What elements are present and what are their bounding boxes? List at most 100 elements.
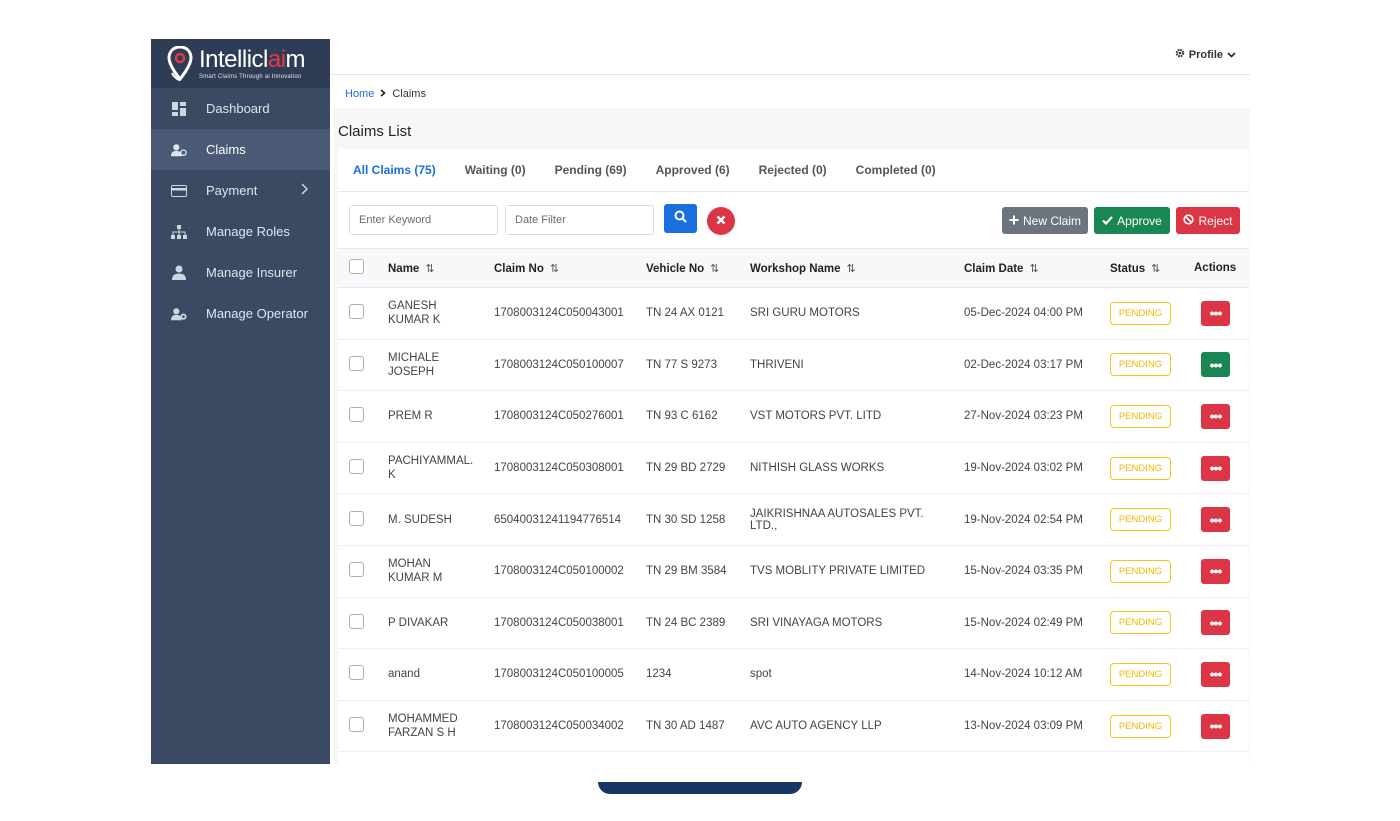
column-header-status[interactable]: Status ⇅ [1099,248,1176,288]
table-row[interactable]: PACHIYAMMAL. K 1708003124C050308001 TN 29 B… [338,442,1249,495]
tab-rejected[interactable]: Rejected (0) [759,163,827,177]
profile-label: Profile [1188,48,1223,61]
table-row[interactable]: anand 1708003124C050100005 1234 spot 14-Nov-… [338,648,1249,701]
claimant-name: MICHALE JOSEPH [377,339,483,392]
claimant-name-line: MICHALE [388,351,440,364]
claimant-name-line: GANESH [388,300,437,313]
profile-menu[interactable]: Profile [1175,48,1236,61]
claimant-name: PREM R [377,390,483,443]
sort-icon: ⇅ [1029,262,1039,275]
claim-number: 65040031241194776514 [483,493,635,546]
row-checkbox[interactable] [349,407,364,423]
row-actions-button[interactable]: ••• [1201,352,1230,378]
row-checkbox[interactable] [349,459,364,475]
workshop-name: TVS MOBLITY PRIVATE LIMITED [739,545,953,598]
tab-waiting[interactable]: Waiting (0) [465,163,526,177]
claim-number: 1708003124C050308001 [483,442,635,495]
sidebar-item-manage-insurer[interactable]: Manage Insurer [151,252,330,293]
claim-number: 1708003124C050043001 [483,287,635,340]
row-actions-button[interactable]: ••• [1201,661,1230,687]
tab-all-claims[interactable]: All Claims (75) [353,163,436,177]
select-all-checkbox[interactable] [349,259,364,274]
sitemap-icon [171,224,187,240]
column-header-name[interactable]: Name ⇅ [377,248,483,288]
vehicle-number: TN 29 BM 3584 [635,545,739,598]
breadcrumb-home-link[interactable]: Home [345,88,374,100]
row-actions-button[interactable]: ••• [1201,403,1230,429]
card-icon [171,183,187,199]
row-actions-button[interactable]: ••• [1201,300,1230,326]
row-checkbox[interactable] [349,717,364,733]
more-dots-icon: ••• [1209,408,1223,425]
row-checkbox[interactable] [349,562,364,578]
approve-button[interactable]: Approve [1094,207,1170,234]
sidebar-item-label: Manage Operator [206,306,308,321]
new-claim-label: New Claim [1022,213,1081,228]
row-actions-button[interactable]: ••• [1201,610,1230,636]
row-checkbox[interactable] [349,355,364,371]
column-header-claim-date[interactable]: Claim Date ⇅ [953,248,1099,288]
topbar: Profile [330,39,1250,75]
brand-logo[interactable]: Intelliclaim Smart Claims Through ai Inn… [151,39,330,88]
search-button[interactable] [664,204,697,233]
column-header-actions: Actions [1176,248,1249,288]
sidebar-item-label: Dashboard [206,101,270,116]
row-actions-button[interactable]: ••• [1201,507,1230,533]
more-dots-icon: ••• [1209,511,1223,528]
status-badge: PENDING [1110,559,1171,583]
row-actions-button[interactable]: ••• [1201,713,1230,739]
row-checkbox[interactable] [349,613,364,629]
table-row[interactable]: MICHALE JOSEPH 1708003124C050100007 TN 77 S… [338,339,1249,392]
sidebar-item-payment[interactable]: Payment [151,170,330,211]
tab-completed[interactable]: Completed (0) [856,163,936,177]
sidebar-item-manage-operator[interactable]: Manage Operator [151,293,330,334]
table-row[interactable]: MOHAN KUMAR M 1708003124C050100002 TN 29 BM… [338,545,1249,598]
status-badge: PENDING [1110,508,1171,532]
claims-panel: All Claims (75) Waiting (0) Pending (69)… [338,149,1249,764]
date-filter-input[interactable] [505,205,654,235]
reject-button[interactable]: Reject [1176,207,1240,234]
claimant-name: anand [377,648,483,701]
row-checkbox[interactable] [349,510,364,526]
status-badge: PENDING [1110,456,1171,480]
claimant-name: MOHAMMED FARZAN S H [377,700,483,753]
sort-icon: ⇅ [846,262,856,275]
claimant-name: P DIVAKAR [377,597,483,650]
row-actions-button[interactable]: ••• [1201,558,1230,584]
sidebar-item-label: Manage Roles [206,224,290,239]
column-header-vehicle-no[interactable]: Vehicle No ⇅ [635,248,739,288]
table-row[interactable]: PREM R 1708003124C050276001 TN 93 C 6162 VS… [338,390,1249,443]
clear-filter-button[interactable] [707,207,735,235]
more-dots-icon: ••• [1209,666,1223,683]
sort-icon: ⇅ [425,262,435,275]
workshop-name: VST MOTORS PVT. LITD [739,390,953,443]
column-header-claim-no[interactable]: Claim No ⇅ [483,248,635,288]
keyword-search-input[interactable] [349,205,498,235]
column-header-workshop-name[interactable]: Workshop Name ⇅ [739,248,953,288]
claim-number: 1708003124C050100002 [483,545,635,598]
brand-name: Intelliclaim [199,45,306,73]
table-row[interactable]: M. SUDESH 65040031241194776514 TN 30 SD 12… [338,493,1249,546]
claim-date: 14-Nov-2024 10:12 AM [953,648,1099,701]
sidebar-item-manage-roles[interactable]: Manage Roles [151,211,330,252]
vehicle-number: TN 30 AD 1487 [635,700,739,753]
sidebar-item-claims[interactable]: Claims [151,129,330,170]
row-checkbox[interactable] [349,304,364,320]
row-checkbox[interactable] [349,665,364,681]
table-row[interactable]: GANESH KUMAR K 1708003124C050043001 TN 24 A… [338,287,1249,340]
new-claim-button[interactable]: New Claim [1002,207,1088,234]
sort-icon: ⇅ [1151,262,1161,275]
check-icon [1102,214,1113,228]
claimant-name-line: M. SUDESH [388,513,452,526]
claim-date: 19-Nov-2024 03:02 PM [953,442,1099,495]
sidebar-item-label: Manage Insurer [206,265,298,280]
tab-approved[interactable]: Approved (6) [656,163,730,177]
chevron-right-icon[interactable] [300,183,309,198]
table-row[interactable]: P DIVAKAR 1708003124C050038001 TN 24 BC 23… [338,597,1249,650]
sidebar-item-dashboard[interactable]: Dashboard [151,88,330,129]
workshop-name: AVC AUTO AGENCY LLP [739,700,953,753]
tab-pending[interactable]: Pending (69) [555,163,627,177]
table-row[interactable]: MOHAMMED FARZAN S H 1708003124C050034002 TN… [338,700,1249,753]
claims-user-icon [171,142,187,158]
row-actions-button[interactable]: ••• [1201,455,1230,481]
